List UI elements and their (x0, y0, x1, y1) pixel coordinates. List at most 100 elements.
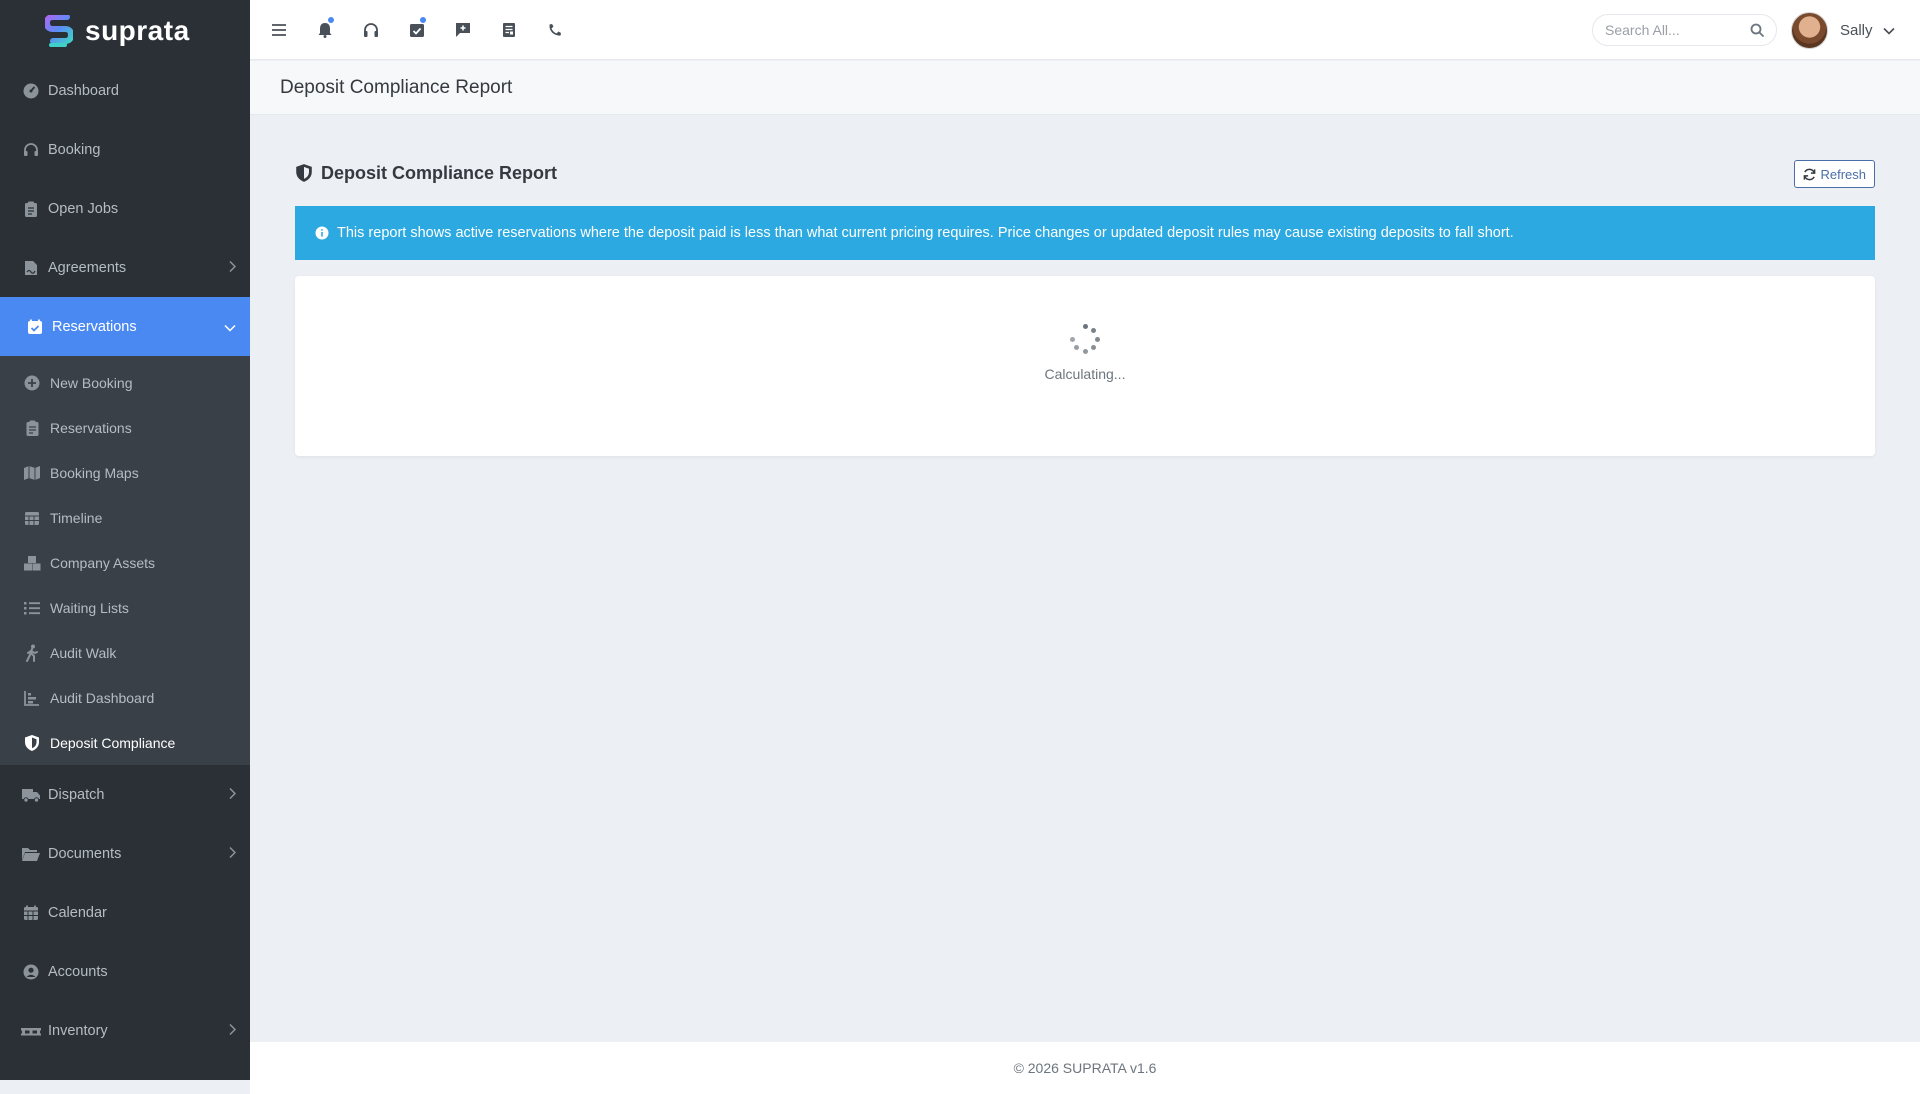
main-content: Deposit Compliance Report Refresh This r… (295, 156, 1875, 456)
subnav-item-timeline[interactable]: Timeline (0, 495, 250, 540)
tasks-button[interactable] (394, 0, 440, 60)
folder-open-icon (20, 844, 42, 864)
sidebar: suprata Dashboard Booking Open Jobs Agre… (0, 0, 250, 1080)
user-menu[interactable]: Sally (1791, 12, 1895, 49)
sidebar-item-agreements[interactable]: Agreements (0, 238, 250, 297)
subnav-item-company-assets[interactable]: Company Assets (0, 540, 250, 585)
avatar[interactable] (1791, 12, 1828, 49)
brand-logo[interactable]: suprata (0, 0, 250, 61)
sidebar-item-label: Dispatch (48, 786, 105, 803)
sidebar-item-inventory[interactable]: Inventory (0, 1001, 250, 1060)
topbar: Sally (250, 0, 1920, 60)
subnav-item-label: Deposit Compliance (50, 734, 176, 751)
chevron-down-icon[interactable] (1882, 27, 1895, 35)
clipboard-icon (20, 199, 42, 219)
gauge-icon (20, 81, 42, 101)
loading-spinner-icon (1070, 324, 1100, 354)
menu-toggle-button[interactable] (256, 0, 302, 60)
loading-text: Calculating... (1044, 366, 1126, 382)
brand-name: suprata (85, 14, 190, 46)
clipboard-list-icon (22, 419, 42, 437)
bell-icon (318, 22, 332, 38)
report-results-panel: Calculating... (295, 276, 1875, 456)
subnav-item-label: Reservations (50, 419, 132, 436)
chevron-down-icon (224, 319, 236, 334)
subnav-item-new-booking[interactable]: New Booking (0, 360, 250, 405)
footer: © 2026 SUPRATA v1.6 (250, 1042, 1920, 1094)
chevron-right-icon (228, 846, 237, 861)
shield-icon (295, 163, 313, 183)
sidebar-item-label: Booking (48, 141, 101, 158)
truck-icon (20, 785, 42, 805)
sidebar-item-open-jobs[interactable]: Open Jobs (0, 179, 250, 238)
user-circle-icon (20, 962, 42, 982)
reservations-submenu: New Booking Reservations Booking Maps Ti… (0, 356, 250, 765)
subnav-item-label: Audit Dashboard (50, 689, 155, 706)
phone-button[interactable] (532, 0, 578, 60)
sidebar-item-label: Agreements (48, 259, 127, 276)
refresh-button[interactable]: Refresh (1794, 160, 1875, 188)
sidebar-item-label: Dashboard (48, 82, 119, 99)
support-button[interactable] (348, 0, 394, 60)
messages-button[interactable] (440, 0, 486, 60)
task-icon (410, 23, 424, 37)
receipt-icon (503, 22, 515, 37)
subnav-item-audit-dashboard[interactable]: Audit Dashboard (0, 675, 250, 720)
chat-plus-icon (456, 22, 470, 37)
map-icon (22, 464, 42, 482)
calendar-grid-icon (22, 509, 42, 527)
sidebar-item-documents[interactable]: Documents (0, 824, 250, 883)
file-signature-icon (20, 258, 42, 278)
sidebar-item-label: Calendar (48, 904, 107, 921)
menu-icon (272, 23, 286, 36)
reports-button[interactable] (486, 0, 532, 60)
subnav-item-label: Audit Walk (50, 644, 117, 661)
sidebar-item-label: Inventory (48, 1022, 108, 1039)
plus-circle-icon (22, 374, 42, 392)
info-circle-icon (315, 226, 329, 240)
footer-copyright: © 2026 SUPRATA v1.6 (1013, 1060, 1157, 1076)
subnav-item-deposit-compliance[interactable]: Deposit Compliance (0, 720, 250, 765)
headphones-icon (364, 22, 378, 37)
search-icon[interactable] (1750, 23, 1764, 37)
sidebar-item-dispatch[interactable]: Dispatch (0, 765, 250, 824)
sidebar-item-reservations[interactable]: Reservations (0, 297, 250, 356)
subnav-item-audit-walk[interactable]: Audit Walk (0, 630, 250, 675)
subnav-item-label: Booking Maps (50, 464, 139, 481)
subnav-item-label: Waiting Lists (50, 599, 129, 616)
pallet-icon (20, 1021, 42, 1041)
chart-bar-icon (22, 689, 42, 707)
sidebar-item-dashboard[interactable]: Dashboard (0, 61, 250, 120)
sidebar-item-label: Documents (48, 845, 122, 862)
page-header: Deposit Compliance Report (250, 61, 1920, 115)
sidebar-item-label: Reservations (52, 318, 137, 335)
notifications-button[interactable] (302, 0, 348, 60)
page-title: Deposit Compliance Report (280, 76, 513, 98)
search-input[interactable] (1605, 22, 1745, 38)
boxes-icon (22, 554, 42, 572)
subnav-item-booking-maps[interactable]: Booking Maps (0, 450, 250, 495)
tasks-dot (420, 16, 426, 23)
chevron-right-icon (228, 1023, 237, 1038)
calendar-check-icon (24, 317, 46, 337)
subnav-item-reservations[interactable]: Reservations (0, 405, 250, 450)
sidebar-item-label: Accounts (48, 963, 108, 980)
sidebar-item-accounts[interactable]: Accounts (0, 942, 250, 1001)
sidebar-item-calendar[interactable]: Calendar (0, 883, 250, 942)
chevron-right-icon (228, 260, 237, 275)
info-alert: This report shows active reservations wh… (295, 206, 1875, 260)
report-header: Deposit Compliance Report Refresh (295, 156, 1875, 190)
calendar-icon (20, 903, 42, 923)
chevron-right-icon (228, 787, 237, 802)
report-title: Deposit Compliance Report (321, 162, 558, 183)
subnav-item-label: Timeline (50, 509, 103, 526)
global-search[interactable] (1592, 14, 1777, 46)
shield-icon (22, 734, 42, 752)
subnav-item-label: Company Assets (50, 554, 156, 571)
list-icon (22, 599, 42, 617)
sidebar-item-booking[interactable]: Booking (0, 120, 250, 179)
subnav-item-waiting-lists[interactable]: Waiting Lists (0, 585, 250, 630)
phone-icon (549, 23, 561, 36)
headset-icon (20, 140, 42, 160)
user-name[interactable]: Sally (1840, 22, 1873, 39)
